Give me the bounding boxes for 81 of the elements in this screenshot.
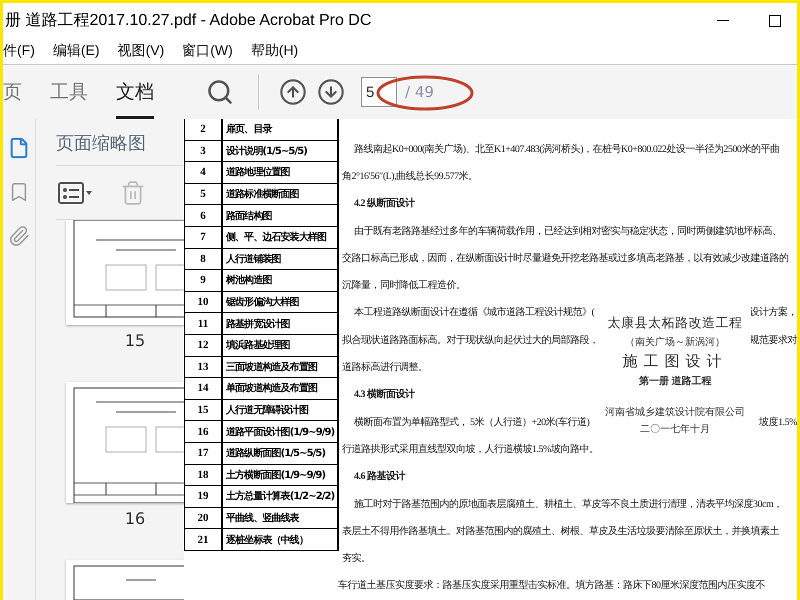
paragraph-line: 由于既有老路路基经过多年的车辆荷载作用，已经达到相对密实与稳定状态，同时两侧建筑地坪标高、 [354, 224, 782, 238]
paragraph-line: 行道路拱形式采用直线型双向坡，人行道横坡1.5%坡向路中。 [342, 442, 598, 456]
table-cell-text: 锯齿形偏沟大样图 [224, 296, 300, 310]
table-cell: 9 [185, 270, 223, 291]
menu-item[interactable]: 件(F) [3, 42, 35, 60]
table-cell-text: 路面结构图 [225, 210, 273, 224]
paragraph-line: 拟合现状道路路面标高。对于现状纵向起伏过大的局部路段， [342, 334, 598, 347]
table-cell-text: 三面坡道构造及布置图 [225, 360, 318, 375]
page-thumbnail[interactable] [66, 382, 184, 503]
table-cell: 17 [185, 442, 223, 464]
table-cell: 16 [185, 421, 223, 442]
paragraph-line: 坡度1.5% [759, 416, 797, 429]
paragraph-line: 施工时对于路基范围内的原地面表层腐殖土、耕植土、草皮等不良土质进行清理，清表平均深度30cm， [354, 498, 783, 510]
table-cell-text: 平曲线、竖曲线表 [225, 512, 300, 526]
table-cell: 20 [185, 508, 223, 528]
table-cell: 6 [185, 205, 223, 226]
table-cell: 14 [185, 378, 223, 399]
table-cell-text: 树池构造图 [224, 274, 273, 288]
paragraph-line: 夯实。 [342, 552, 370, 566]
table-cell: 15 [185, 400, 223, 420]
table-cell-text: 土方总量计算表(1/2~2/2) [225, 489, 336, 504]
table-cell-text: 道路地理位置图 [225, 166, 291, 180]
paragraph-line: 车行道土基压实度要求：路基压实度采用重型击实标准。填方路基：路床下80厘米深度范围内压实度不 [338, 578, 765, 592]
table-cell: 7 [185, 226, 223, 248]
cover-subtitle: （南关广场～新涡河） [625, 336, 725, 349]
cover-company: 河南省城乡建筑设计院有限公司 [605, 406, 745, 419]
section-heading: 4.2 纵断面设计 [354, 196, 414, 210]
table-cell: 11 [185, 313, 223, 334]
table-cell: 8 [185, 248, 223, 270]
table-cell-text: 填浜路基处理图 [224, 338, 291, 354]
window-title: 册 道路工程2017.10.27.pdf - Adobe Acrobat Pro DC [5, 11, 372, 31]
table-cell: 4 [185, 162, 223, 183]
table-cell-text: 设计说明(1/5~5/5) [224, 144, 308, 159]
menu-item[interactable]: 窗口(W) [182, 42, 233, 60]
paragraph-line: 路线南起K0+000(南关广场)、北至K1+407.483(涡河桥头)，在桩号K0+800.022处设一半径为2500米的平曲 [354, 142, 780, 156]
panel-title: 页面缩略图 [55, 132, 147, 156]
cover-title: 太康县太柘路改造工程 [608, 314, 742, 332]
table-cell-text: 逐桩坐标表（中线） [225, 533, 309, 548]
toolbar-tab[interactable]: 工具 [50, 65, 88, 119]
paragraph-line: 交路口标高已形成，因而，在纵断面设计时尽量避免开挖老路基或过多填高老路基，以有效减少改建道路的 [342, 252, 788, 265]
table-cell-text: 人行道无障碍设计图 [224, 403, 310, 418]
cover-volume: 第一册 道路工程 [638, 374, 712, 388]
paragraph-line: 表层土不得用作路基填土。对路基范围内的腐殖土、树根、草皮及生活垃圾要清除至原状土，并换填素土 [342, 524, 779, 538]
menu-item[interactable]: 视图(V) [118, 42, 164, 60]
table-cell-text: 道路纵断面图(1/5~5/5) [225, 446, 326, 462]
paragraph-line: 横断面布置为单幅路型式， 5米（人行道）+20米(车行道) [354, 416, 590, 429]
table-cell-text: 路基拼宽设计图 [225, 317, 291, 332]
maximize-icon[interactable] [769, 14, 781, 26]
page-thumbnail[interactable] [66, 220, 184, 325]
menu-item[interactable]: 编辑(E) [52, 42, 100, 60]
table-cell: 2 [185, 119, 223, 140]
table-cell-text: 道路标准横断面图 [225, 188, 300, 202]
table-cell: 3 [185, 140, 223, 162]
table-cell-text: 土方横断面图(1/9~9/9) [225, 468, 326, 483]
cover-heading: 施工图设计 [622, 352, 728, 371]
section-heading: 4.6 路基设计 [354, 470, 405, 484]
toolbar-tab[interactable]: 页 [3, 65, 22, 119]
paragraph-line: 本工程道路纵断面设计在遵循《城市道路工程设计规范》( [354, 306, 594, 320]
table-cell: 19 [185, 486, 223, 507]
paragraph-line: 角2°16′56″(L),曲线总长99.577米。 [342, 170, 478, 183]
minimize-icon[interactable] [717, 20, 729, 22]
table-cell: 13 [185, 356, 223, 378]
table-cell: 21 [185, 529, 223, 550]
table-cell-text: 道路平面设计图(1/9~9/9) [225, 426, 336, 440]
paragraph-line: 道路标高进行调整。 [342, 360, 428, 374]
page-count: / 49 [405, 83, 434, 101]
table-cell: 5 [185, 184, 223, 204]
table-cell: 10 [185, 292, 223, 312]
paragraph-line: 沉降量，同时降低工程造价。 [342, 278, 466, 292]
menu-item[interactable]: 帮助(H) [250, 42, 298, 60]
table-cell-text: 单面坡道构造及布置图 [225, 382, 318, 396]
page-number: 15 [124, 331, 146, 350]
page-number: 16 [124, 509, 146, 528]
table-cell-text: 人行道铺装图 [224, 252, 282, 267]
cover-date: 二〇一七年十月 [640, 422, 710, 436]
table-cell-text: 扉页、目录 [225, 122, 274, 138]
table-cell: 18 [185, 464, 223, 486]
page-thumbnail[interactable] [66, 560, 184, 600]
table-cell-text: 侧、平、边石安装大样图 [224, 230, 328, 246]
table-cell: 12 [185, 334, 223, 356]
section-heading: 4.3 横断面设计 [354, 388, 414, 402]
